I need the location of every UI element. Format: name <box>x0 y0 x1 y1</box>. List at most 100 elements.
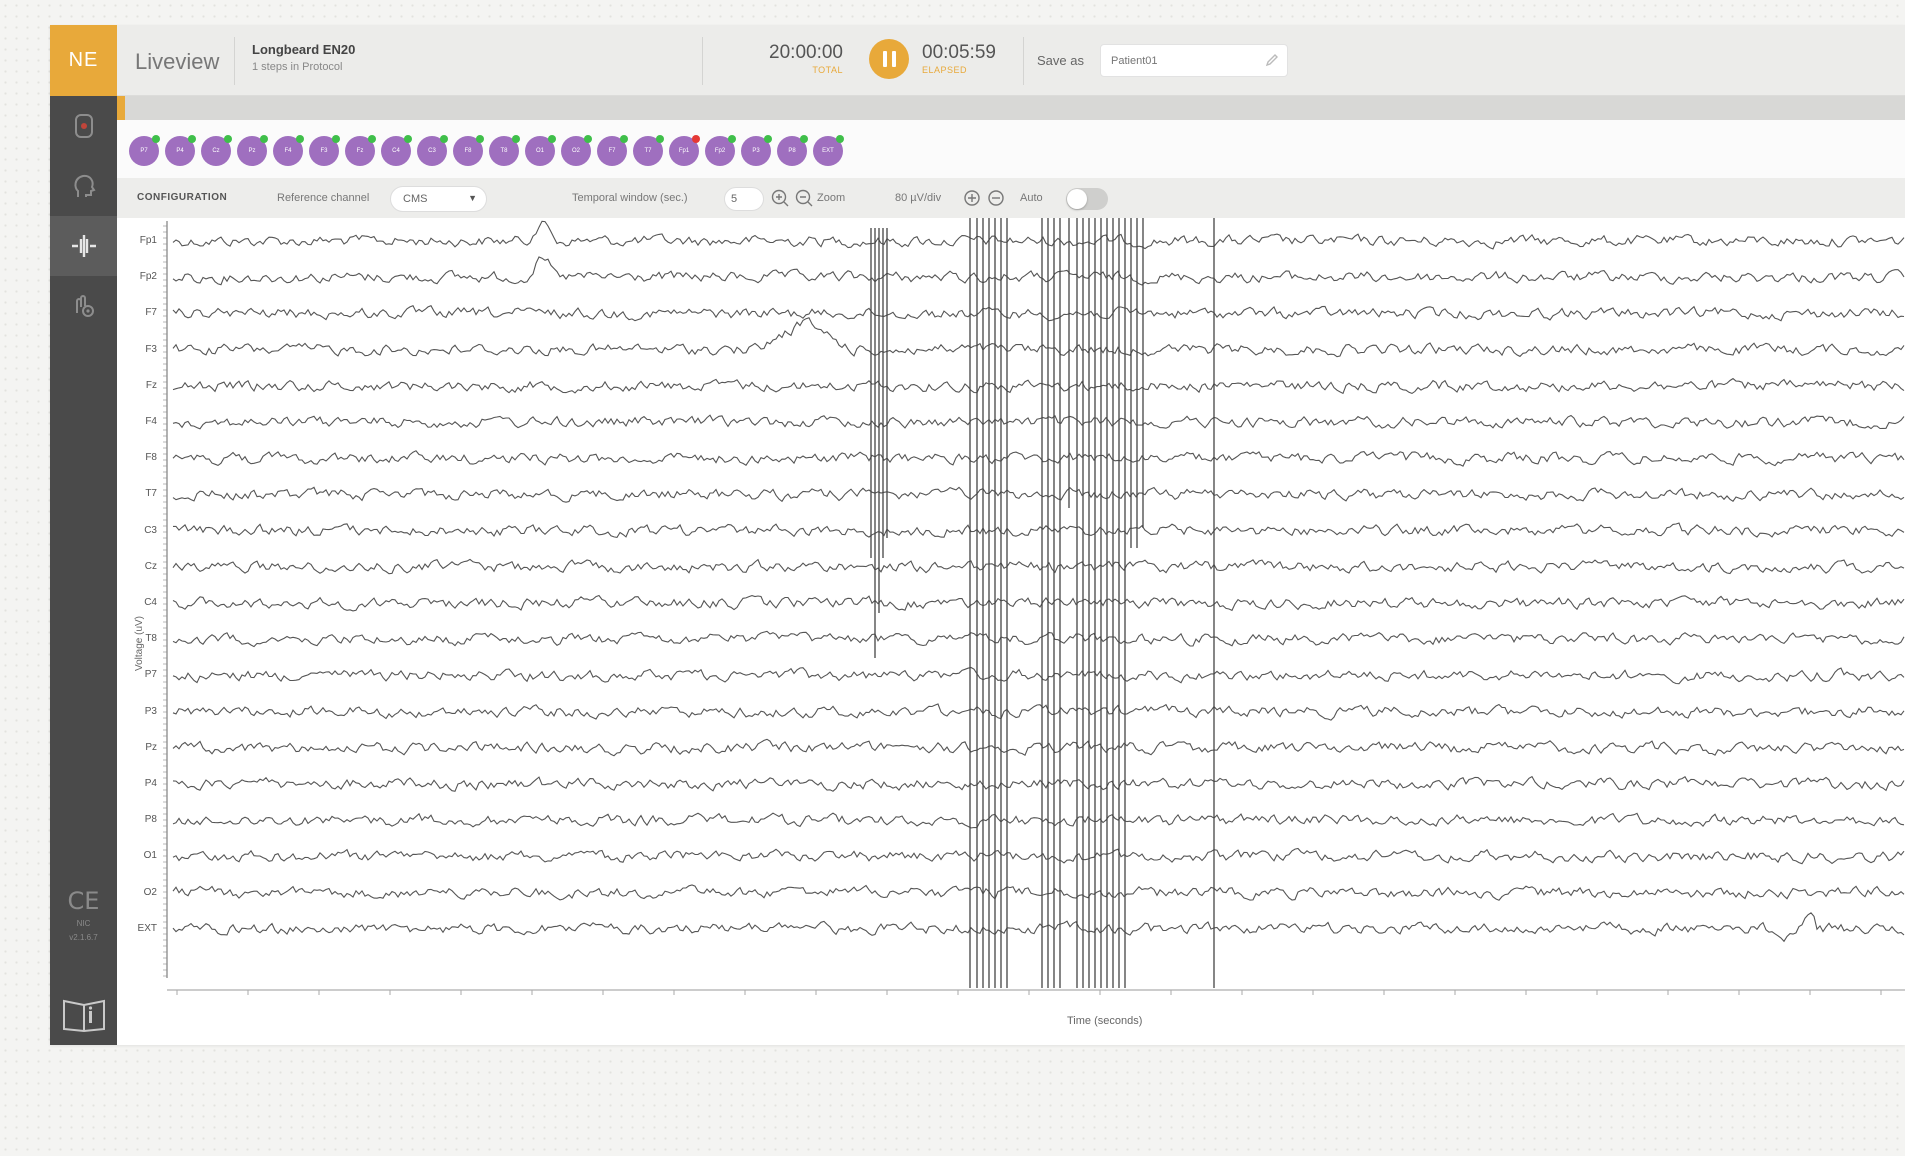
channel-label: T7 <box>145 488 157 500</box>
electrode-status-dot <box>512 135 520 143</box>
electrode-badge[interactable]: Pz <box>237 135 268 166</box>
liveview-nav-button[interactable] <box>50 216 117 276</box>
electrode-badge[interactable]: C3 <box>417 135 448 166</box>
eeg-plot[interactable]: Fp1 Fp2 F7 F3 Fz F4 F8 T7 C3 Cz C4 T8 P7 P3 Pz P4 P8 O1 O2… <box>117 218 1905 1045</box>
version-line: NIC <box>76 919 91 928</box>
manual-button[interactable] <box>50 990 117 1040</box>
total-timer: 20:00:00 TOTAL <box>723 42 843 75</box>
reference-channel-select[interactable]: CMS ▼ <box>390 186 487 212</box>
toggle-knob <box>1067 189 1087 209</box>
x-axis-label: Time (seconds) <box>1067 1015 1143 1027</box>
channel-label: EXT <box>137 922 157 934</box>
eeg-trace <box>172 558 1905 575</box>
eeg-trace <box>172 414 1905 430</box>
eeg-trace <box>172 377 1905 395</box>
channel-label: F8 <box>145 452 157 464</box>
channel-label: F3 <box>145 343 157 355</box>
progress-strip <box>117 96 1905 120</box>
electrode-badge[interactable]: F8 <box>453 135 484 166</box>
pause-button[interactable] <box>869 39 909 79</box>
electrode-badge[interactable]: P4 <box>165 135 196 166</box>
eeg-trace <box>172 884 1905 901</box>
channel-label: P7 <box>144 669 157 681</box>
electrode-badge[interactable]: P7 <box>129 135 160 166</box>
electrode-badge[interactable]: F3 <box>309 135 340 166</box>
channel-label: O1 <box>143 850 157 862</box>
electrode-badge[interactable]: EXT <box>813 135 844 166</box>
electrode-status-dot <box>728 135 736 143</box>
electrode-status-dot <box>188 135 196 143</box>
electrode-badge[interactable]: C4 <box>381 135 412 166</box>
electrode-badge[interactable]: F7 <box>597 135 628 166</box>
eeg-trace <box>173 522 1905 539</box>
temporal-window-label: Temporal window (sec.) <box>572 192 688 204</box>
electrode-badge[interactable]: T8 <box>489 135 520 166</box>
electrode-badge[interactable]: P3 <box>741 135 772 166</box>
electrode-status-dot <box>440 135 448 143</box>
electrode-badge[interactable]: Fz <box>345 135 376 166</box>
electrode-badge[interactable]: O1 <box>525 135 556 166</box>
protocol-name: Longbeard EN20 <box>252 42 356 57</box>
header-divider <box>1023 37 1024 85</box>
electrode-badge[interactable]: Cz <box>201 135 232 166</box>
electrode-status-dot <box>620 135 628 143</box>
electrode-badge[interactable]: T7 <box>633 135 664 166</box>
scale-decrease-icon[interactable] <box>986 188 1006 208</box>
hand-gear-icon <box>75 295 94 317</box>
zoom-out-icon[interactable] <box>794 188 814 208</box>
elapsed-time-label: ELAPSED <box>922 65 968 75</box>
eeg-trace <box>172 256 1905 286</box>
stimulation-nav-button[interactable] <box>50 276 117 336</box>
electrode-status-dot <box>656 135 664 143</box>
eeg-trace <box>172 847 1905 865</box>
eeg-trace <box>172 305 1905 322</box>
electrode-badge[interactable]: O2 <box>561 135 592 166</box>
zoom-in-icon[interactable] <box>770 188 790 208</box>
device-nav-button[interactable] <box>50 96 117 156</box>
channel-label: Cz <box>144 560 157 572</box>
electrode-badge[interactable]: Fp2 <box>705 135 736 166</box>
app-window: NE CE NIC v2.1.6.7 Liveview Longbeard EN… <box>50 25 1905 1045</box>
electrode-status-dot <box>368 135 376 143</box>
elapsed-timer: 00:05:59 ELAPSED <box>922 42 1002 75</box>
channel-label: C3 <box>144 524 157 536</box>
scale-label: 80 µV/div <box>895 192 942 204</box>
zoom-label: Zoom <box>817 192 846 204</box>
save-as-label: Save as <box>1037 53 1084 68</box>
auto-scale-toggle[interactable] <box>1066 188 1108 210</box>
electrode-status-dot <box>260 135 268 143</box>
eeg-trace <box>172 630 1905 648</box>
ce-certification: CE NIC v2.1.6.7 <box>50 887 117 943</box>
protocol-steps: 1 steps in Protocol <box>252 61 343 73</box>
auto-scale-label: Auto <box>1020 192 1043 204</box>
edit-pencil-icon[interactable] <box>1265 53 1279 67</box>
save-as-input[interactable] <box>1100 44 1288 77</box>
eeg-trace <box>172 703 1905 721</box>
eeg-trace <box>172 666 1905 685</box>
configuration-bar: CONFIGURATION Reference channel CMS ▼ Te… <box>117 178 1905 218</box>
channel-label: P3 <box>144 705 157 717</box>
y-axis-label: Voltage (uV) <box>134 615 146 672</box>
ce-mark: CE <box>67 887 100 915</box>
electrode-badge[interactable]: Fp1 <box>669 135 700 166</box>
channel-label: P8 <box>144 814 157 826</box>
channel-label: Fz <box>145 379 157 391</box>
device-icon <box>74 114 93 138</box>
sidebar: NE CE NIC v2.1.6.7 <box>50 25 117 1045</box>
version-line: v2.1.6.7 <box>69 933 98 942</box>
scale-increase-icon[interactable] <box>962 188 982 208</box>
channel-label: C4 <box>144 597 157 608</box>
electrode-badge[interactable]: F4 <box>273 135 304 166</box>
head-nav-button[interactable] <box>50 156 117 216</box>
head-profile-icon <box>73 174 96 197</box>
total-time-label: TOTAL <box>812 65 843 75</box>
eeg-trace <box>172 594 1905 612</box>
header-divider <box>702 37 703 85</box>
header-bar: Liveview Longbeard EN20 1 steps in Proto… <box>117 25 1905 96</box>
electrode-status-dot <box>800 135 808 143</box>
channel-label: F4 <box>145 416 157 427</box>
temporal-window-input[interactable] <box>724 187 764 211</box>
reference-channel-label: Reference channel <box>277 192 370 204</box>
app-logo: NE <box>50 25 117 96</box>
electrode-badge[interactable]: P8 <box>777 135 808 166</box>
